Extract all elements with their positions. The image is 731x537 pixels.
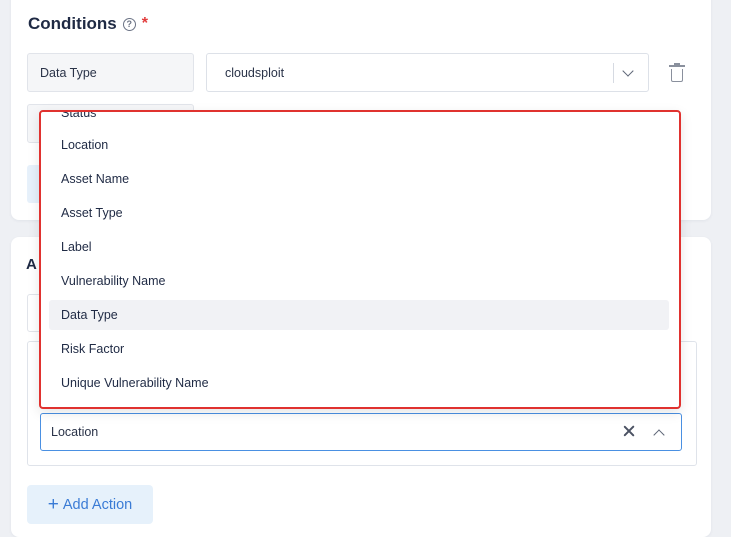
- actions-title: A: [26, 256, 37, 273]
- condition-value-text: cloudsploit: [225, 65, 285, 80]
- menu-item-unique-vulnerability-name[interactable]: Unique Vulnerability Name: [49, 368, 669, 398]
- clear-icon[interactable]: [623, 425, 635, 437]
- add-action-button[interactable]: + Add Action: [27, 485, 153, 524]
- add-action-label: Add Action: [62, 496, 133, 513]
- location-select[interactable]: Location: [40, 413, 682, 451]
- menu-item-label: Asset Type: [61, 206, 123, 220]
- menu-item-label: Unique Vulnerability Name: [61, 376, 209, 390]
- plus-icon: +: [47, 494, 59, 515]
- menu-item-asset-name[interactable]: Asset Name: [49, 164, 669, 194]
- select-separator: [613, 63, 614, 83]
- conditions-title-text: Conditions: [28, 14, 117, 33]
- location-select-value: Location: [51, 425, 99, 439]
- required-indicator: *: [141, 15, 148, 32]
- trash-icon[interactable]: [669, 63, 685, 82]
- menu-item-data-type[interactable]: Data Type: [49, 300, 669, 330]
- menu-item-label: Asset Name: [61, 172, 130, 186]
- condition-field-label[interactable]: Data Type: [27, 53, 194, 92]
- conditions-title: Conditions ? *: [28, 14, 148, 34]
- menu-item-location[interactable]: Location: [49, 130, 669, 160]
- condition-value-select[interactable]: cloudsploit: [206, 53, 649, 92]
- menu-item-label-option[interactable]: Label: [49, 232, 669, 262]
- menu-item-label: Location: [61, 138, 109, 152]
- menu-item-asset-type[interactable]: Asset Type: [49, 198, 669, 228]
- menu-item-risk-factor[interactable]: Risk Factor: [49, 334, 669, 364]
- dropdown-menu: Status Location Asset Name Asset Type La…: [39, 110, 681, 409]
- menu-item-label: Data Type: [61, 308, 118, 322]
- menu-item-label: Vulnerability Name: [61, 274, 166, 288]
- menu-item-label: Status: [61, 110, 97, 120]
- trash-can: [671, 69, 683, 82]
- condition-field-label-text: Data Type: [40, 65, 97, 80]
- chevron-down-icon[interactable]: [622, 65, 634, 77]
- help-icon[interactable]: ?: [122, 17, 136, 31]
- trash-lid: [669, 63, 685, 67]
- chevron-up-icon[interactable]: [653, 429, 665, 441]
- menu-item-vulnerability-name[interactable]: Vulnerability Name: [49, 266, 669, 296]
- menu-item-label: Risk Factor: [61, 342, 125, 356]
- menu-item-status[interactable]: Status: [49, 110, 669, 128]
- menu-item-label: Label: [61, 240, 92, 254]
